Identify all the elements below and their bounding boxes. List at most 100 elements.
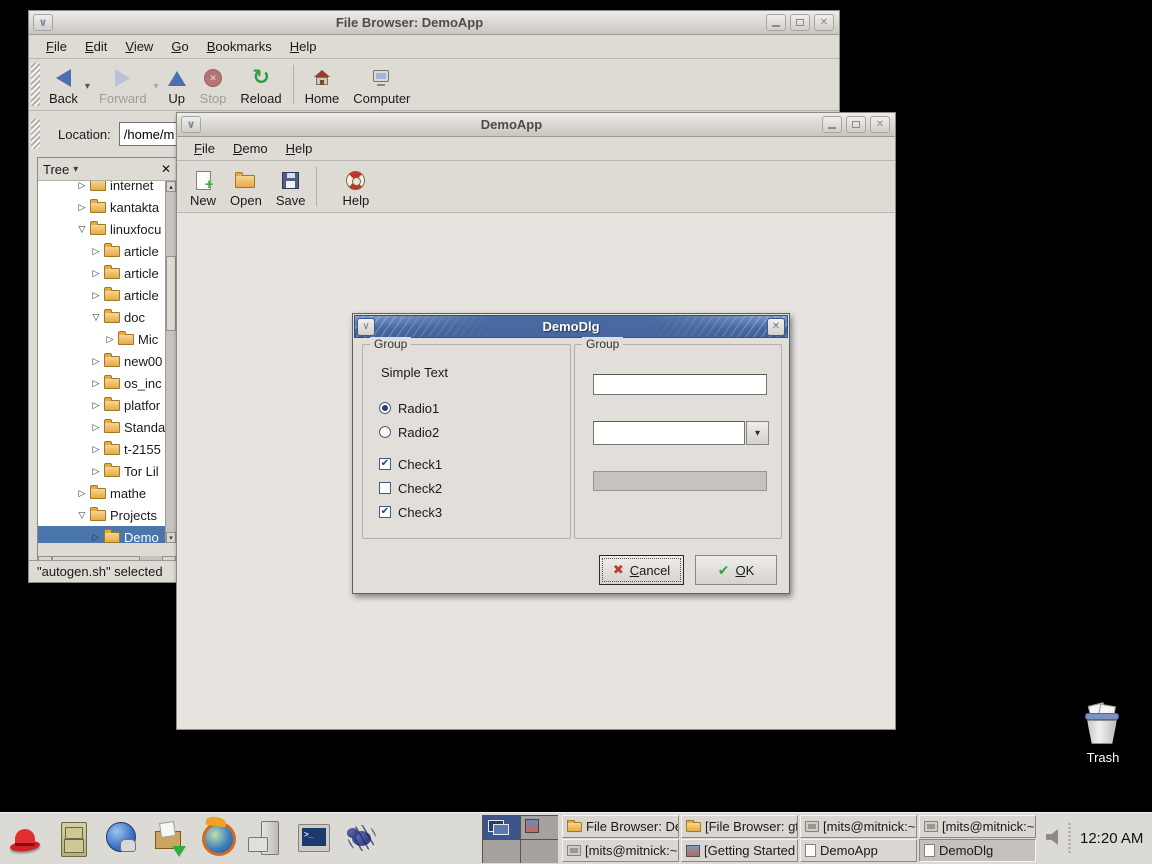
workspace-2[interactable] bbox=[521, 816, 558, 839]
menu-help[interactable]: Help bbox=[277, 139, 322, 158]
vertical-scroll-thumb[interactable] bbox=[166, 256, 176, 331]
package-manager-icon[interactable] bbox=[150, 819, 188, 859]
stop-button[interactable]: ✕ Stop bbox=[193, 59, 234, 110]
clock[interactable]: 12:20 AM bbox=[1080, 813, 1143, 864]
scroll-up-button[interactable]: ▴ bbox=[166, 181, 176, 192]
tree-item[interactable]: ▷ Standa bbox=[38, 416, 165, 438]
main-menu-icon[interactable] bbox=[6, 819, 44, 859]
menu-file[interactable]: File bbox=[37, 37, 76, 56]
expander-icon[interactable]: ▷ bbox=[90, 268, 102, 279]
tree-item[interactable]: ▷ article bbox=[38, 284, 165, 306]
workspace-1[interactable] bbox=[483, 816, 520, 839]
radio-radio2[interactable]: Radio2 bbox=[379, 422, 439, 442]
menu-edit[interactable]: Edit bbox=[76, 37, 116, 56]
expander-icon[interactable]: ▷ bbox=[90, 290, 102, 301]
menu-file[interactable]: File bbox=[185, 139, 224, 158]
reload-button[interactable]: ↻ Reload bbox=[233, 59, 288, 110]
side-pane-close-button[interactable]: ✕ bbox=[161, 162, 171, 176]
tree-item-selected[interactable]: ▷ Demo bbox=[38, 526, 165, 543]
forward-button[interactable]: Forward bbox=[92, 59, 154, 110]
expander-icon[interactable]: ▽ bbox=[76, 510, 88, 521]
cancel-button[interactable]: ✖ Cancel bbox=[599, 555, 684, 585]
tree-item[interactable]: ▷ internet bbox=[38, 181, 165, 196]
window-menu-button[interactable]: ∨ bbox=[181, 116, 201, 133]
workspace-4[interactable] bbox=[521, 840, 558, 863]
tree-item[interactable]: ▷ os_inc bbox=[38, 372, 165, 394]
forward-dropdown[interactable]: ▾ bbox=[154, 81, 159, 92]
file-browser-titlebar[interactable]: ∨ File Browser: DemoApp ✕ bbox=[29, 11, 839, 35]
task-button[interactable]: [Getting Started bbox=[681, 839, 798, 862]
task-button[interactable]: File Browser: De bbox=[562, 815, 679, 838]
back-dropdown[interactable]: ▾ bbox=[85, 81, 90, 92]
expander-icon[interactable]: ▷ bbox=[90, 378, 102, 389]
checkbox-check1[interactable]: ✔ Check1 bbox=[379, 454, 442, 474]
expander-icon[interactable]: ▽ bbox=[90, 312, 102, 323]
terminal-icon[interactable] bbox=[294, 819, 332, 859]
combo-dropdown-button[interactable]: ▾ bbox=[746, 421, 769, 445]
tree-item[interactable]: ▷ Mic bbox=[38, 328, 165, 350]
tree-item[interactable]: ▷ article bbox=[38, 240, 165, 262]
workspace-switcher[interactable] bbox=[482, 815, 558, 863]
tree-item[interactable]: ▷ kantakta bbox=[38, 196, 165, 218]
close-button[interactable]: ✕ bbox=[767, 318, 785, 336]
demoapp-titlebar[interactable]: ∨ DemoApp ✕ bbox=[177, 113, 895, 137]
expander-icon[interactable]: ▷ bbox=[90, 400, 102, 411]
web-browser-icon[interactable] bbox=[102, 819, 140, 859]
chevron-down-icon[interactable]: ▾ bbox=[73, 164, 78, 175]
task-button[interactable]: [mits@mitnick:~ bbox=[800, 815, 917, 838]
volume-control[interactable] bbox=[1046, 829, 1062, 845]
tree-vertical-scrollbar[interactable]: ▴ ▾ bbox=[165, 181, 176, 543]
window-menu-button[interactable]: ∨ bbox=[33, 14, 53, 31]
close-button[interactable]: ✕ bbox=[814, 14, 834, 31]
expander-icon[interactable]: ▷ bbox=[90, 532, 102, 543]
combo-value[interactable] bbox=[593, 421, 745, 445]
expander-icon[interactable]: ▷ bbox=[90, 246, 102, 257]
up-button[interactable]: Up bbox=[161, 59, 193, 110]
computer-button[interactable]: Computer bbox=[346, 59, 417, 110]
expander-icon[interactable]: ▷ bbox=[76, 488, 88, 499]
expander-icon[interactable]: ▷ bbox=[90, 466, 102, 477]
minimize-button[interactable] bbox=[822, 116, 842, 133]
desktop-icon-trash[interactable]: Trash bbox=[1072, 704, 1134, 765]
ok-button[interactable]: ✔ OK bbox=[695, 555, 777, 585]
new-button[interactable]: New bbox=[183, 161, 223, 212]
home-button[interactable]: Home bbox=[298, 59, 347, 110]
tree-item[interactable]: ▷ article bbox=[38, 262, 165, 284]
maximize-button[interactable] bbox=[846, 116, 866, 133]
tree-item[interactable]: ▷ t-2155 bbox=[38, 438, 165, 460]
scroll-down-button[interactable]: ▾ bbox=[166, 532, 176, 543]
tree-item[interactable]: ▽ Projects bbox=[38, 504, 165, 526]
close-button[interactable]: ✕ bbox=[870, 116, 890, 133]
combo-box[interactable]: ▾ bbox=[593, 421, 769, 445]
menu-demo[interactable]: Demo bbox=[224, 139, 277, 158]
expander-icon[interactable]: ▷ bbox=[104, 334, 116, 345]
task-button[interactable]: DemoApp bbox=[800, 839, 917, 862]
minimize-button[interactable] bbox=[766, 14, 786, 31]
mozilla-browser-icon[interactable] bbox=[198, 819, 236, 859]
hardware-browser-icon[interactable] bbox=[246, 819, 284, 859]
maximize-button[interactable] bbox=[790, 14, 810, 31]
toolbar-drag-handle[interactable] bbox=[31, 63, 40, 106]
menu-view[interactable]: View bbox=[116, 37, 162, 56]
expander-icon[interactable]: ▷ bbox=[76, 202, 88, 213]
menu-bookmarks[interactable]: Bookmarks bbox=[198, 37, 281, 56]
tree-item[interactable]: ▷ new00 bbox=[38, 350, 165, 372]
open-button[interactable]: Open bbox=[223, 161, 269, 212]
menu-go[interactable]: Go bbox=[162, 37, 197, 56]
expander-icon[interactable]: ▷ bbox=[76, 181, 88, 191]
tree-item[interactable]: ▷ platfor bbox=[38, 394, 165, 416]
demodlg-titlebar[interactable]: ∨ DemoDlg ✕ bbox=[354, 315, 788, 338]
radio-radio1[interactable]: Radio1 bbox=[379, 398, 439, 418]
back-button[interactable]: Back bbox=[42, 59, 85, 110]
text-input[interactable] bbox=[593, 374, 767, 395]
task-button[interactable]: [File Browser: gt bbox=[681, 815, 798, 838]
window-menu-button[interactable]: ∨ bbox=[357, 318, 375, 336]
checkbox-check3[interactable]: ✔ Check3 bbox=[379, 502, 442, 522]
workspace-3[interactable] bbox=[483, 840, 520, 863]
bug-reporter-icon[interactable] bbox=[342, 819, 380, 859]
tree-item[interactable]: ▷ mathe bbox=[38, 482, 165, 504]
expander-icon[interactable]: ▷ bbox=[90, 444, 102, 455]
checkbox-check2[interactable]: Check2 bbox=[379, 478, 442, 498]
expander-icon[interactable]: ▽ bbox=[76, 224, 88, 235]
task-button[interactable]: [mits@mitnick:~ bbox=[919, 815, 1036, 838]
